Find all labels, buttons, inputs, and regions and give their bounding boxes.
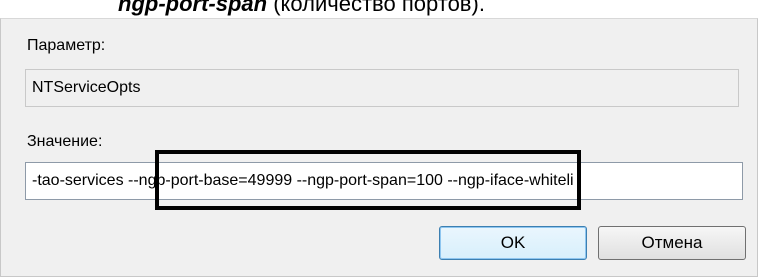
instruction-caption: ngp-port-span (количество портов). — [118, 0, 485, 17]
caption-code: ngp-port-span — [118, 0, 268, 16]
edit-parameter-dialog: Параметр: NTServiceOpts Значение: -tao-s… — [0, 18, 758, 277]
parameter-name-field: NTServiceOpts — [25, 69, 739, 107]
value-input[interactable]: -tao-services --ngp-port-base=49999 --ng… — [25, 162, 743, 200]
value-label: Значение: — [27, 133, 103, 150]
cancel-button[interactable]: Отмена — [598, 226, 746, 260]
ok-button[interactable]: OK — [439, 226, 587, 260]
parameter-label: Параметр: — [27, 37, 106, 54]
caption-text: (количество портов). — [267, 0, 485, 16]
